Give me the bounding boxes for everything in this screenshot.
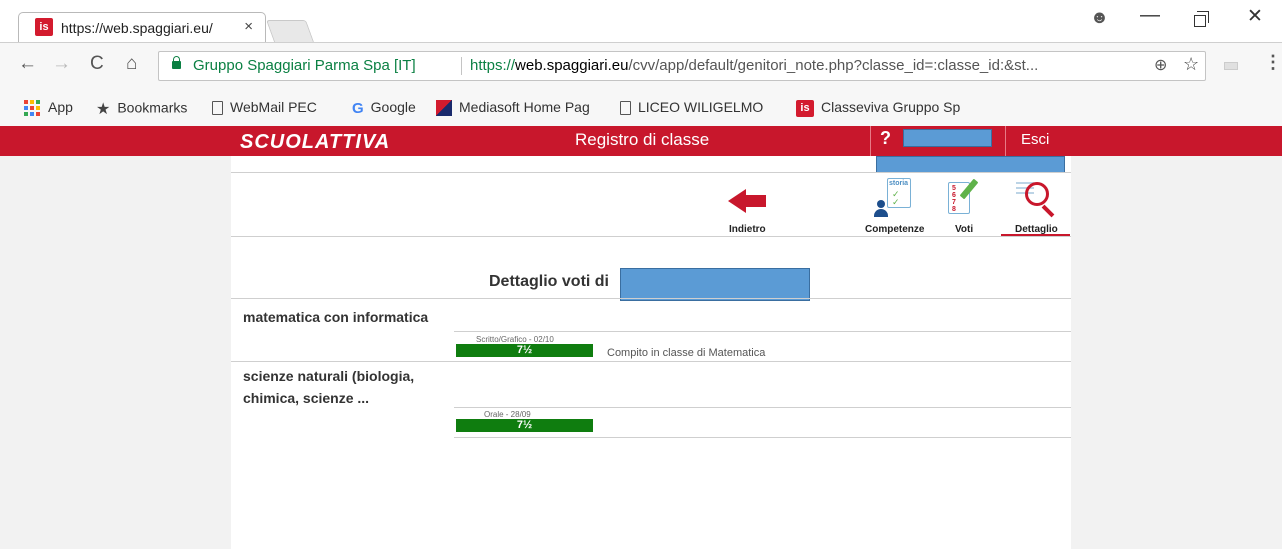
check-icon: ✓ ✓: [892, 189, 900, 207]
voti-number: 7: [952, 199, 956, 206]
address-separator: [461, 57, 462, 75]
reload-icon[interactable]: C: [90, 53, 104, 75]
tab-title: https://web.spaggiari.eu/: [61, 20, 213, 36]
close-tab-icon[interactable]: ×: [244, 18, 253, 35]
url-text[interactable]: https://web.spaggiari.eu/cvv/app/default…: [470, 57, 1145, 74]
redacted-student-selector[interactable]: [876, 156, 1065, 173]
url-path: /cvv/app/default/genitori_note.php?class…: [628, 57, 1039, 74]
row-divider: [454, 437, 1071, 438]
forward-arrow-icon[interactable]: →: [52, 53, 71, 75]
divider: [231, 236, 1071, 237]
bookmark-liceo[interactable]: LICEO WILIGELMO: [620, 99, 764, 116]
bookmark-google[interactable]: G Google: [352, 99, 416, 117]
site-header: SCUOLATTIVA Registro di classe ? Esci: [0, 126, 1282, 156]
bookmark-star-icon[interactable]: ☆: [1183, 54, 1199, 75]
header-divider: [1005, 126, 1006, 156]
main-content: Indietro storia ✓ ✓ Competenze 5 6 7 8 Vo…: [231, 156, 1071, 549]
voti-number: 5: [952, 185, 956, 192]
browser-menu-icon[interactable]: ⋮: [1264, 52, 1282, 73]
back-label: Indietro: [729, 224, 766, 235]
browser-tabstrip: is https://web.spaggiari.eu/ × ☻ — ✕: [0, 0, 1282, 42]
bookmark-classeviva[interactable]: is Classeviva Gruppo Sp: [796, 99, 960, 117]
row-divider: [454, 331, 1071, 332]
grade-entry[interactable]: Scritto/Grafico - 02/10 7½: [456, 335, 593, 357]
new-tab-button[interactable]: [265, 20, 315, 42]
page-title: Registro di classe: [575, 130, 710, 149]
minimize-button[interactable]: —: [1140, 4, 1160, 27]
bookmark-webmail[interactable]: WebMail PEC: [212, 99, 317, 116]
zoom-icon[interactable]: ⊕: [1154, 55, 1167, 75]
voti-label: Voti: [955, 224, 974, 235]
page-icon: [620, 101, 631, 116]
bookmark-label: Google: [370, 99, 416, 115]
redacted-student-name: [620, 268, 810, 301]
back-arrow-icon: [728, 189, 768, 213]
competenze-card: storia ✓ ✓: [887, 178, 911, 208]
header-divider: [870, 126, 871, 156]
bookmark-label: Bookmarks: [117, 99, 188, 116]
voti-number: 6: [952, 192, 956, 199]
address-bar[interactable]: Gruppo Spaggiari Parma Spa [IT] https://…: [158, 51, 1206, 81]
divider: [231, 172, 1071, 173]
magnifier-handle: [1041, 204, 1055, 218]
grade-value: 7½: [456, 419, 593, 432]
subject-name: matematica con informatica: [243, 309, 429, 325]
grade-entry[interactable]: Orale - 28/09 7½: [456, 410, 593, 432]
mediasoft-icon: [436, 100, 452, 117]
person-icon: [873, 200, 889, 218]
voti-icon: 5 6 7 8: [948, 178, 982, 218]
bookmark-bookmarks[interactable]: ★ Bookmarks: [96, 99, 187, 119]
grade-type: Scritto/Grafico - 02/10: [476, 335, 554, 344]
bookmark-label: Classeviva Gruppo Sp: [821, 99, 961, 115]
restore-button[interactable]: [1194, 11, 1209, 27]
spaggiari-icon: is: [796, 99, 814, 117]
bookmark-label: WebMail PEC: [230, 99, 317, 115]
row-divider: [454, 407, 1071, 408]
bookmark-label: App: [48, 99, 73, 115]
bookmark-apps[interactable]: App: [24, 99, 73, 117]
competenze-label: Competenze: [865, 224, 925, 235]
lock-icon[interactable]: [172, 56, 181, 69]
browser-tab[interactable]: is https://web.spaggiari.eu/ ×: [18, 12, 266, 42]
competenze-icon: storia ✓ ✓: [873, 178, 913, 218]
divider: [231, 361, 1071, 362]
url-host: web.spaggiari.eu: [515, 57, 629, 74]
scuolattiva-logo[interactable]: SCUOLATTIVA: [240, 131, 390, 154]
redacted-user-name[interactable]: [903, 129, 992, 147]
home-icon[interactable]: ⌂: [126, 53, 137, 75]
back-arrow-icon[interactable]: ←: [18, 53, 37, 75]
browser-toolbar: ← → C ⌂ Gruppo Spaggiari Parma Spa [IT] …: [0, 42, 1282, 90]
apps-icon: [24, 100, 41, 117]
bookmark-label: LICEO WILIGELMO: [638, 99, 764, 115]
grade-note: Compito in classe di Matematica: [607, 347, 766, 359]
star-icon: ★: [96, 101, 111, 118]
url-scheme: https://: [470, 57, 516, 74]
grade-type: Orale - 28/09: [484, 410, 531, 419]
subject-name: scienze naturali (biologia, chimica, sci…: [243, 368, 415, 406]
window-close-button[interactable]: ✕: [1247, 5, 1263, 28]
help-button[interactable]: ?: [880, 128, 891, 149]
voti-number: 8: [952, 206, 956, 213]
grade-value: 7½: [456, 344, 593, 357]
google-icon: G: [352, 99, 364, 117]
bookmark-label: Mediasoft Home Pag: [459, 99, 590, 115]
profile-icon[interactable]: ☻: [1090, 7, 1109, 28]
magnifier-icon: [1016, 178, 1060, 220]
divider: [231, 298, 1071, 299]
section-title: Dettaglio voti di: [489, 273, 609, 290]
bookmark-mediasoft[interactable]: Mediasoft Home Pag: [436, 99, 590, 117]
spaggiari-favicon-icon: is: [35, 18, 53, 36]
competenze-card-title: storia: [889, 180, 909, 187]
extension-icon[interactable]: [1224, 62, 1238, 70]
security-label[interactable]: Gruppo Spaggiari Parma Spa [IT]: [193, 57, 416, 74]
logout-button[interactable]: Esci: [1021, 131, 1049, 148]
page-icon: [212, 101, 223, 116]
magnifier-lens: [1025, 182, 1049, 206]
bookmarks-bar: App ★ Bookmarks WebMail PEC G Google Media…: [0, 90, 1282, 126]
